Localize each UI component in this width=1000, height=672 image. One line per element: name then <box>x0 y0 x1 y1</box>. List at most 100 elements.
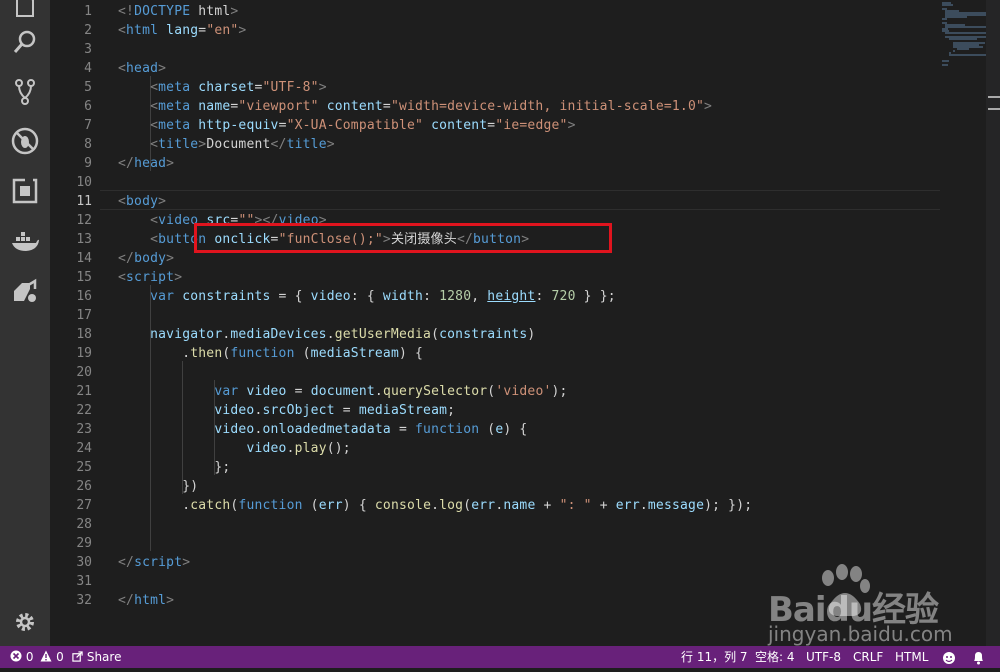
code-line[interactable]: 3 <box>50 40 890 59</box>
code-line[interactable]: 8 <title>Document</title> <box>50 135 890 154</box>
code-line[interactable]: 22 video.srcObject = mediaStream; <box>50 401 890 420</box>
code-token: <! <box>118 4 135 19</box>
code-line[interactable]: 24 video.play(); <box>50 439 890 458</box>
code-token: ( <box>302 498 319 513</box>
code-text: </head> <box>118 154 174 173</box>
line-number: 27 <box>76 498 92 513</box>
line-number: 31 <box>76 574 92 589</box>
code-token: < <box>150 99 159 114</box>
line-number: 32 <box>76 593 92 608</box>
code-line[interactable]: 21 var video = document.querySelector('v… <box>50 382 890 401</box>
code-line[interactable]: 26 }) <box>50 477 890 496</box>
code-line[interactable]: 6 <meta name="viewport" content="width=d… <box>50 97 890 116</box>
feedback-icon[interactable] <box>942 650 956 672</box>
line-number: 7 <box>84 118 92 133</box>
explorer-icon[interactable]: 1 <box>11 0 39 20</box>
code-token: play <box>294 441 327 456</box>
line-number: 24 <box>76 441 92 456</box>
code-token: "UTF-8" <box>262 80 319 95</box>
code-token: ( <box>294 346 311 361</box>
code-text: <!DOCTYPE html> <box>118 2 238 21</box>
code-line[interactable]: 29 <box>50 534 890 553</box>
editor[interactable]: 1 <!DOCTYPE html> 2 <html lang="en"> 3 4 <head… <box>50 0 1000 646</box>
code-token: "X-UA-Compatible" <box>286 118 424 133</box>
code-line[interactable]: 20 <box>50 363 890 382</box>
code-line[interactable]: 25 }; <box>50 458 890 477</box>
highlight-box <box>194 223 612 253</box>
code-token: content <box>326 99 383 114</box>
code-text: <head> <box>118 59 166 78</box>
code-token: getUserMedia <box>334 327 432 342</box>
code-token: 'video' <box>495 384 552 399</box>
line-number: 11 <box>76 194 92 209</box>
code-token: title <box>158 137 199 152</box>
docker-icon[interactable] <box>11 228 39 256</box>
code-token: ); <box>551 384 568 399</box>
code-token: querySelector <box>382 384 488 399</box>
code-line[interactable]: 1 <!DOCTYPE html> <box>50 2 890 21</box>
code-line[interactable]: 18 navigator.mediaDevices.getUserMedia(c… <box>50 325 890 344</box>
line-number: 8 <box>84 137 92 152</box>
code-token: then <box>190 346 223 361</box>
code-token: = { <box>270 289 311 304</box>
code-token: . <box>326 327 335 342</box>
code-line[interactable]: 27 .catch(function (err) { console.log(e… <box>50 496 890 515</box>
share-label: Share <box>86 650 122 664</box>
code-token: 720 <box>551 289 576 304</box>
code-token: > <box>704 99 713 114</box>
code-token: > <box>567 118 576 133</box>
errors-indicator[interactable]: 0 0 <box>10 646 64 668</box>
status-bar: 0 0 Share 行 11，列 7 空格: 4 UTF-8 CRLF HTML <box>0 646 1000 668</box>
code-line[interactable]: 19 .then(function (mediaStream) { <box>50 344 890 363</box>
code-line[interactable]: 9 </head> <box>50 154 890 173</box>
code-token: title <box>286 137 327 152</box>
code-line[interactable]: 15 <script> <box>50 268 890 287</box>
line-number: 29 <box>76 536 92 551</box>
code-token: meta <box>158 80 191 95</box>
code-line[interactable]: 23 video.onloadedmetadata = function (e)… <box>50 420 890 439</box>
code-line[interactable]: 11 <body> <box>50 192 890 211</box>
code-line[interactable]: 16 var constraints = { video: { width: 1… <box>50 287 890 306</box>
line-ending[interactable]: CRLF <box>853 646 883 668</box>
code-token: video <box>214 403 255 418</box>
gear-icon[interactable] <box>13 610 37 634</box>
language-mode[interactable]: HTML <box>895 646 928 668</box>
remote-icon[interactable] <box>11 277 39 305</box>
source-control-icon[interactable] <box>11 78 39 106</box>
code-line[interactable]: 28 <box>50 515 890 534</box>
extensions-icon[interactable] <box>11 177 39 205</box>
code-text: <meta charset="UTF-8"> <box>118 78 327 97</box>
code-token: < <box>150 137 159 152</box>
code-line[interactable]: 5 <meta charset="UTF-8"> <box>50 78 890 97</box>
share-button[interactable]: Share <box>72 646 121 668</box>
code-token: = <box>278 118 287 133</box>
code-token: function <box>415 422 480 437</box>
code-token: lang <box>166 23 199 38</box>
code-token: DOCTYPE <box>134 4 191 19</box>
code-line[interactable]: 7 <meta http-equiv="X-UA-Compatible" con… <box>50 116 890 135</box>
code-token: constraints <box>439 327 528 342</box>
code-token: > <box>158 194 167 209</box>
code-token: srcObject <box>262 403 335 418</box>
code-line[interactable]: 4 <head> <box>50 59 890 78</box>
code-token: </ <box>118 156 135 171</box>
indentation[interactable]: 空格: 4 <box>755 646 795 668</box>
bell-icon[interactable] <box>972 650 985 672</box>
search-icon[interactable] <box>11 28 39 56</box>
encoding[interactable]: UTF-8 <box>806 646 841 668</box>
cursor-position[interactable]: 行 11，列 7 <box>681 646 748 668</box>
code-token: console <box>374 498 432 513</box>
code-line[interactable]: 17 <box>50 306 890 325</box>
code-line[interactable]: 2 <html lang="en"> <box>50 21 890 40</box>
code-line[interactable]: 10 <box>50 173 890 192</box>
debug-icon[interactable] <box>11 127 39 155</box>
code-token: } }; <box>575 289 616 304</box>
code-token: Document <box>206 137 271 152</box>
